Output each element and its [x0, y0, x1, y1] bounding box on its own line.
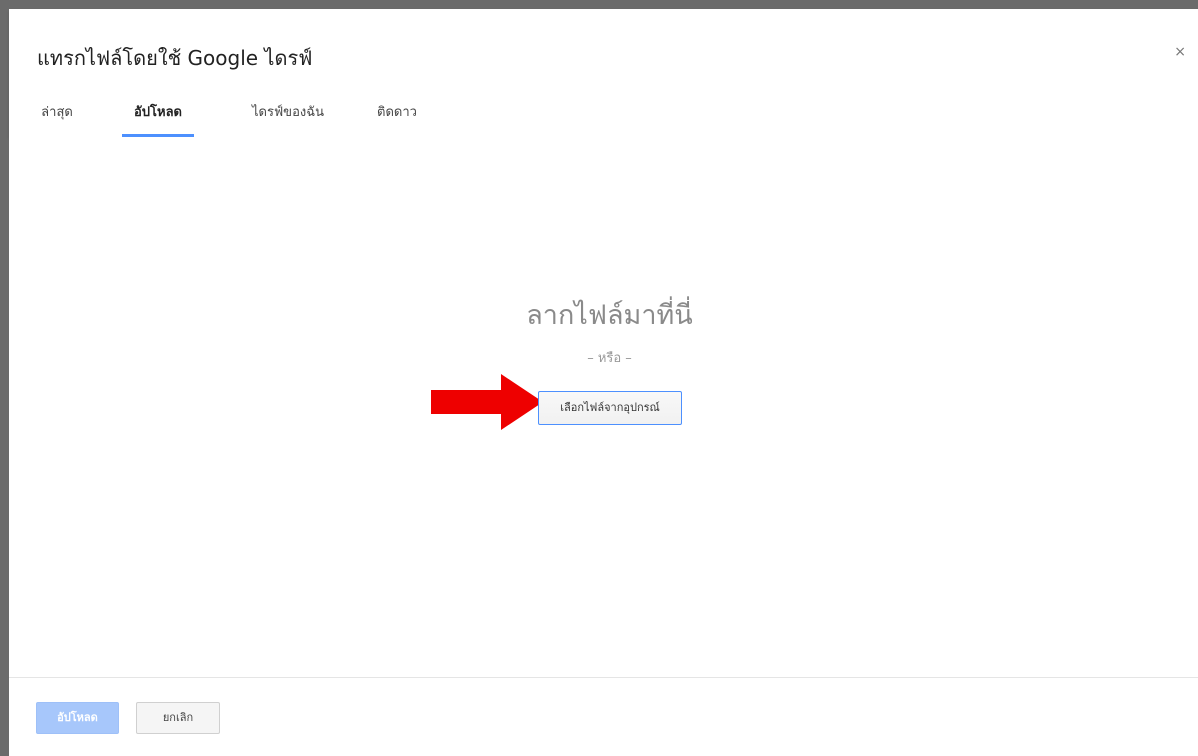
tab-starred[interactable]: ติดดาว: [369, 101, 425, 137]
cancel-button[interactable]: ยกเลิก: [136, 702, 220, 734]
tab-upload[interactable]: อัปโหลด: [122, 101, 194, 137]
dialog-title: แทรกไฟล์โดยใช้ Google ไดรฟ์: [37, 46, 313, 70]
dialog-footer: อัปโหลด ยกเลิก: [9, 677, 1198, 756]
upload-drop-zone[interactable]: ลากไฟล์มาที่นี่ – หรือ – เลือกไฟล์จากอุป…: [9, 137, 1198, 677]
tab-recent[interactable]: ล่าสุด: [37, 101, 77, 137]
select-file-from-device-button[interactable]: เลือกไฟล์จากอุปกรณ์: [538, 391, 682, 425]
arrow-shape: [431, 374, 543, 430]
red-arrow-icon: [431, 374, 543, 430]
dialog-header: แทรกไฟล์โดยใช้ Google ไดรฟ์ × ล่าสุด อัป…: [9, 9, 1198, 137]
or-separator-text: – หรือ –: [587, 351, 632, 366]
tab-my-drive[interactable]: ไดรฟ์ของฉัน: [237, 101, 339, 137]
drop-files-text: ลากไฟล์มาที่นี่: [526, 300, 693, 331]
upload-button[interactable]: อัปโหลด: [36, 702, 119, 734]
close-icon[interactable]: ×: [1174, 45, 1186, 59]
